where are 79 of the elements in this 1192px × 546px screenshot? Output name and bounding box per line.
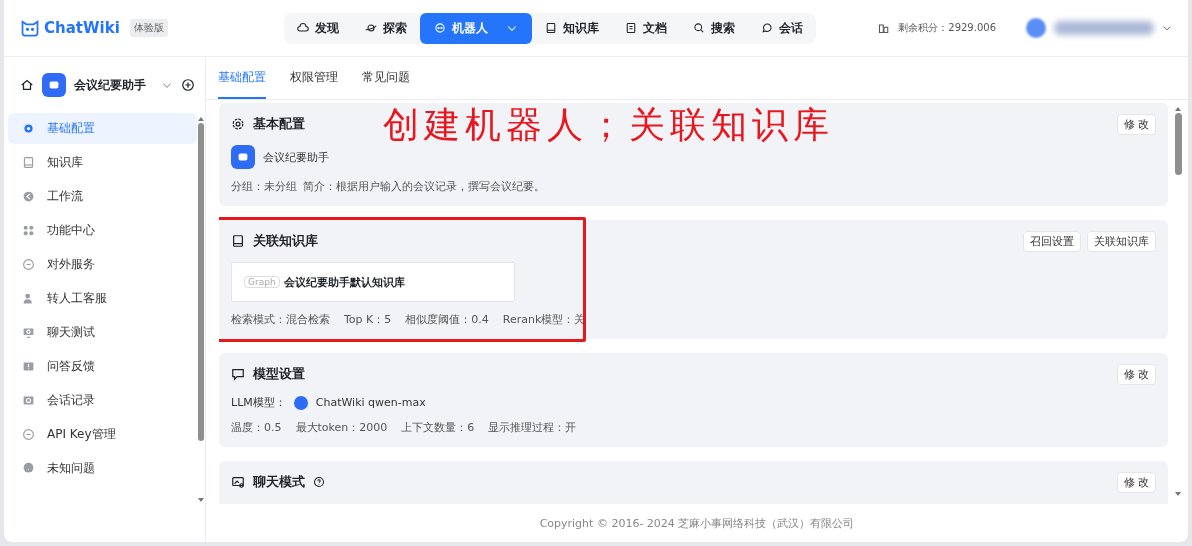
detail-text: Top K：5 <box>344 312 392 327</box>
sidebar-item[interactable]: 基础配置 <box>8 113 197 144</box>
model-name: ChatWiki qwen-max <box>315 396 426 409</box>
card-button[interactable]: 召回设置 <box>1023 230 1081 252</box>
robot-icon <box>434 22 446 34</box>
nav-tab[interactable]: 搜索 <box>680 12 748 44</box>
points-balance: 剩余积分：2929.006 <box>898 21 996 35</box>
book-icon <box>231 234 245 248</box>
detail-text: 温度：0.5 <box>231 420 282 435</box>
planet-icon <box>365 22 377 34</box>
detail-text: 检索模式：混合检索 <box>231 312 330 327</box>
detail-text: Rerank模型：关 <box>502 312 586 327</box>
model-label: LLM模型： <box>231 395 286 410</box>
knowledge-base-name: 会议纪要助手默认知识库 <box>283 274 405 290</box>
sidebar-item[interactable]: 问答反馈 <box>8 351 197 382</box>
nav-tab[interactable]: 会话 <box>748 12 816 44</box>
sidebar-item[interactable]: 知识库 <box>8 147 197 178</box>
add-icon <box>181 78 195 92</box>
book-icon <box>545 22 557 34</box>
nav-tab[interactable]: 机器人 <box>420 12 532 44</box>
sidebar-item[interactable]: 功能中心 <box>8 215 197 246</box>
chevron-down-icon <box>1162 23 1172 33</box>
message-icon <box>231 367 245 381</box>
nav-tab[interactable]: 探索 <box>352 12 420 44</box>
detail-text: 分组：未分组 <box>231 179 297 194</box>
home-icon <box>20 78 34 92</box>
gear-icon <box>22 122 35 135</box>
card-button[interactable]: 修 改 <box>1116 471 1156 493</box>
card-button[interactable]: 修 改 <box>1116 363 1156 385</box>
nav-tab[interactable]: 发现 <box>284 12 352 44</box>
sidebar-item[interactable]: 聊天测试 <box>8 317 197 348</box>
copyright-text: Copyright © 2016- 2024 芝麻小事网络科技（武汉）有限公司 <box>539 515 855 531</box>
card-title: 模型设置 <box>253 365 305 383</box>
person-icon <box>22 292 35 305</box>
avatar-icon[interactable] <box>1026 18 1046 38</box>
robot-name: 会议纪要助手 <box>74 76 147 94</box>
tab[interactable]: 基础配置 <box>218 57 266 99</box>
grid-icon <box>22 224 35 237</box>
card-title: 关联知识库 <box>253 232 318 250</box>
sidebar-item[interactable]: 未知问题 <box>8 453 197 484</box>
model-logo-icon <box>293 395 308 410</box>
detail-text: 相似度阈值：0.4 <box>405 312 489 327</box>
sidebar-item[interactable]: 会话记录 <box>8 385 197 416</box>
robot-name: 会议纪要助手 <box>263 149 329 165</box>
graph-tag: Graph <box>244 276 280 288</box>
detail-text: 简介：根据用户输入的会议记录，撰写会议纪要。 <box>303 179 545 194</box>
sidebar-item[interactable]: API Key管理 <box>8 419 197 450</box>
card-title: 聊天模式 <box>253 473 305 491</box>
workflow-icon <box>22 190 35 203</box>
image-chat-icon <box>231 475 245 489</box>
detail-text: 最大token：2000 <box>295 420 388 435</box>
cloud-icon <box>297 22 309 34</box>
detail-text: 上下文数量：6 <box>401 420 475 435</box>
chat-icon <box>761 22 773 34</box>
app-logo-text: ChatWiki <box>44 19 120 37</box>
sidebar-item[interactable]: 工作流 <box>8 181 197 212</box>
tab[interactable]: 常见问题 <box>362 57 410 99</box>
edition-badge: 体验版 <box>129 19 168 37</box>
sidebar-item[interactable]: 转人工客服 <box>8 283 197 314</box>
record-icon <box>22 394 35 407</box>
feedback-icon <box>22 360 35 373</box>
annotation-text: 创建机器人；关联知识库 <box>383 103 834 147</box>
gear-icon <box>231 117 245 131</box>
card-button[interactable]: 关联知识库 <box>1087 230 1156 252</box>
sidebar-item[interactable]: 对外服务 <box>8 249 197 280</box>
card-button[interactable]: 修 改 <box>1116 113 1156 135</box>
coins-icon <box>878 22 891 34</box>
nav-tab[interactable]: 知识库 <box>532 12 612 44</box>
nav-tab[interactable]: 文档 <box>612 12 680 44</box>
monitor-icon <box>22 326 35 339</box>
logo-icon <box>20 18 40 38</box>
search-icon <box>693 22 705 34</box>
detail-text: 显示推理过程：开 <box>488 420 577 435</box>
book-icon <box>22 156 35 169</box>
help-icon[interactable] <box>313 476 325 488</box>
tab[interactable]: 权限管理 <box>290 57 338 99</box>
card-title: 基本配置 <box>253 115 305 133</box>
knowledge-base-item[interactable]: Graph 会议纪要助手默认知识库 <box>231 262 515 302</box>
document-icon <box>625 22 637 34</box>
